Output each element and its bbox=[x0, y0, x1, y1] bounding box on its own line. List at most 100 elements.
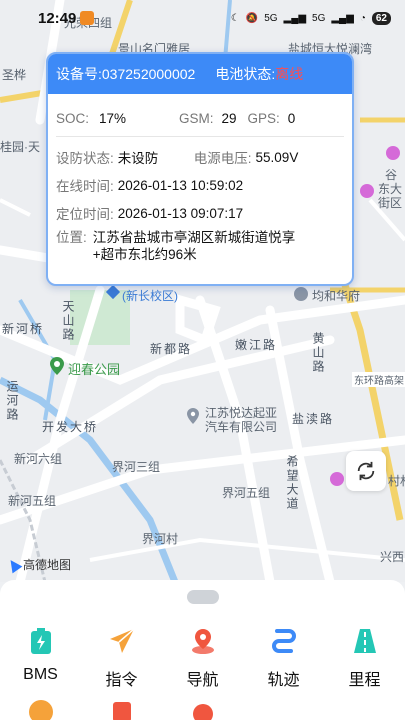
online-time: 2026-01-13 10:59:02 bbox=[117, 177, 244, 193]
map-label: 黄山路 bbox=[311, 332, 325, 374]
soc-label: SOC: bbox=[56, 110, 90, 126]
mute-icon: 🔕 bbox=[245, 12, 259, 24]
send-icon bbox=[107, 626, 137, 656]
map-label: 兴西 bbox=[380, 550, 405, 564]
menu-item-navigation[interactable]: 导航 bbox=[168, 626, 238, 690]
gps-label: GPS: bbox=[247, 110, 280, 126]
gsm-label: GSM: bbox=[179, 110, 214, 126]
card-header: 设备号:037252000002 电池状态:离线 bbox=[48, 54, 352, 94]
arm-label: 设防状态: bbox=[56, 151, 114, 166]
menu-item-command[interactable]: 指令 bbox=[87, 626, 157, 690]
wifi-icon: ◔ bbox=[359, 12, 366, 24]
voltage-label: 电源电压: bbox=[193, 151, 252, 166]
map-label: 界河三组 bbox=[112, 460, 161, 474]
locate-row: 定位时间: 2026-01-13 09:07:17 bbox=[56, 199, 344, 227]
function-menu: BMS 指令 导航 轨迹 里程 bbox=[0, 626, 405, 690]
menu-label: 轨迹 bbox=[267, 672, 300, 689]
voltage-value: 55.09V bbox=[255, 149, 299, 165]
status-time: 12:49 bbox=[38, 9, 95, 27]
amap-arrow-icon bbox=[5, 556, 23, 573]
net1: 5G bbox=[264, 12, 278, 24]
navigation-pin-icon bbox=[188, 626, 218, 656]
device-info-card[interactable]: 设备号:037252000002 电池状态:离线 SOC: 17% GSM: 2… bbox=[46, 52, 354, 286]
moon-icon: ☾ bbox=[230, 12, 240, 24]
device-number: 设备号:037252000002 bbox=[56, 66, 196, 82]
info-icon bbox=[26, 698, 56, 720]
map-label: 汽车有限公司 bbox=[205, 420, 278, 434]
menu-item-bms[interactable]: BMS bbox=[6, 626, 76, 690]
amap-logo-text: 高德地图 bbox=[23, 558, 72, 572]
menu-item-chart[interactable] bbox=[87, 698, 157, 720]
menu-label: 里程 bbox=[348, 672, 381, 689]
clock: 12:49 bbox=[38, 9, 77, 27]
menu-item-info[interactable] bbox=[6, 698, 76, 720]
map-label: 新河五组 bbox=[8, 494, 57, 508]
address-label: 位置: bbox=[56, 230, 87, 245]
menu-item-mileage[interactable]: 里程 bbox=[330, 626, 400, 690]
menu-item-track[interactable]: 轨迹 bbox=[249, 626, 319, 690]
menu-label: 导航 bbox=[186, 672, 219, 689]
shop-poi-icon[interactable] bbox=[386, 146, 400, 160]
online-label: 在线时间: bbox=[56, 179, 114, 194]
divider bbox=[56, 136, 344, 137]
battery-state: 电池状态:离线 bbox=[215, 66, 304, 82]
address-row: 位置: 江苏省盐城市亭湖区新城街道悦享+超市东北约96米 bbox=[56, 229, 344, 263]
menu-label: 指令 bbox=[105, 672, 138, 689]
function-menu-row2 bbox=[0, 698, 405, 720]
map-label: 均和华府 bbox=[312, 289, 361, 303]
menu-item-alarm[interactable] bbox=[168, 698, 238, 720]
battery-level: 62 bbox=[371, 11, 391, 25]
drag-handle[interactable] bbox=[187, 590, 219, 604]
road-icon bbox=[350, 626, 380, 656]
map-label: 新河六组 bbox=[14, 452, 63, 466]
map-label: 开发大桥 bbox=[42, 420, 99, 434]
map-label: 桂园·天 bbox=[0, 140, 40, 154]
status-bar: 12:49 ☾ 🔕 5G ▂▄▆ 5G ▂▄▆ ◔ 62 bbox=[0, 0, 405, 36]
offline-badge: 离线 bbox=[275, 66, 304, 82]
refresh-button[interactable] bbox=[346, 451, 386, 491]
map-label: 新都路 bbox=[150, 342, 193, 356]
menu-label: BMS bbox=[23, 666, 58, 683]
building-poi-icon[interactable] bbox=[294, 287, 308, 301]
map-label: 新河桥 bbox=[2, 322, 45, 336]
arm-voltage-row: 设防状态: 未设防 电源电压: 55.09V bbox=[56, 143, 344, 171]
locate-label: 定位时间: bbox=[56, 207, 114, 222]
net2: 5G bbox=[312, 12, 326, 24]
alarm-icon bbox=[188, 698, 218, 720]
map-label: 迎春公园 bbox=[68, 362, 121, 377]
signal-icon: ▂▄▆ bbox=[283, 12, 307, 24]
shop-poi-icon[interactable] bbox=[330, 472, 344, 486]
card-body: SOC: 17% GSM: 29 GPS: 0 设防状态: 未设防 电源电压: … bbox=[48, 94, 352, 273]
battery-icon bbox=[26, 626, 56, 656]
map-label: (新长校区) bbox=[122, 289, 178, 303]
gsm-value: 29 bbox=[221, 110, 237, 126]
status-icons: ☾ 🔕 5G ▂▄▆ 5G ▂▄▆ ◔ 62 bbox=[230, 11, 391, 25]
park-pin-icon[interactable] bbox=[50, 357, 64, 375]
map-label: 圣桦 bbox=[2, 68, 27, 82]
map-label: 天山路 bbox=[61, 300, 75, 342]
map-label: 东环路高架 bbox=[352, 372, 405, 387]
track-icon bbox=[269, 626, 299, 656]
poi-pin-icon[interactable] bbox=[187, 408, 199, 424]
address-value: 江苏省盐城市亭湖区新城街道悦享+超市东北约96米 bbox=[92, 230, 296, 262]
bottom-sheet: BMS 指令 导航 轨迹 里程 bbox=[0, 580, 405, 720]
map-label: 界河五组 bbox=[222, 486, 271, 500]
map-label: 盐渎路 bbox=[292, 412, 335, 426]
online-row: 在线时间: 2026-01-13 10:59:02 bbox=[56, 171, 344, 199]
map-label: 运河路 bbox=[5, 380, 19, 422]
map-label: 街区 bbox=[378, 196, 403, 210]
amap-logo: 高德地图 bbox=[5, 556, 72, 573]
signal-row: SOC: 17% GSM: 29 GPS: 0 bbox=[56, 104, 344, 132]
refresh-icon bbox=[357, 461, 375, 481]
arm-value: 未设防 bbox=[117, 151, 159, 166]
map-label: 界河村 bbox=[142, 532, 179, 546]
gps-value: 0 bbox=[287, 110, 296, 126]
map-label: 嫩江路 bbox=[235, 338, 278, 352]
signal-icon: ▂▄▆ bbox=[331, 12, 354, 24]
app-notification-icon bbox=[80, 11, 95, 25]
map-label: 希望大道 bbox=[285, 455, 299, 511]
map-label: 村材 bbox=[388, 474, 405, 488]
chart-icon bbox=[107, 698, 137, 720]
shop-poi-icon[interactable] bbox=[360, 184, 374, 198]
locate-time: 2026-01-13 09:07:17 bbox=[117, 205, 244, 221]
